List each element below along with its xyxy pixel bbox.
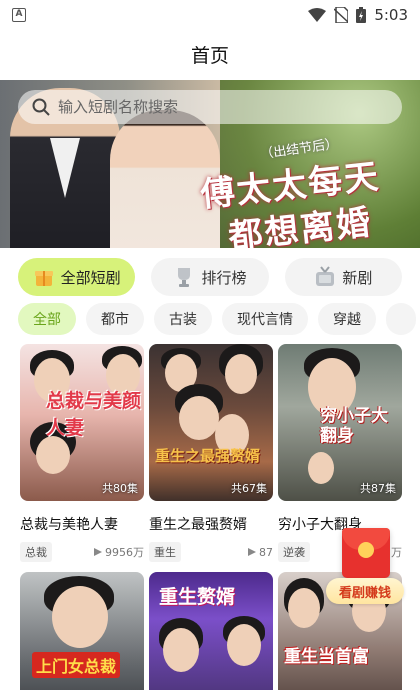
bottom-edge [0,690,420,700]
category-ranking[interactable]: 排行榜 [151,258,269,296]
poster-title: 上门女总裁 [32,652,121,678]
poster-title: 总裁与美颜人妻 [46,390,142,439]
filter-urban[interactable]: 都市 [86,303,144,335]
poster-title: 重生之最强赘婿 [155,447,261,465]
drama-poster[interactable]: 重生赘婿 [149,572,273,700]
poster-title: 穷小子大翻身 [320,406,388,446]
episode-count: 共80集 [102,482,138,495]
category-all-label: 全部短剧 [60,268,121,287]
red-envelope-icon[interactable] [342,528,390,578]
category-new[interactable]: 新剧 [284,258,402,296]
poster-title: 重生赘婿 [159,586,236,608]
drama-title: 重生之最强赘婿 [149,517,247,533]
play-icon [94,548,102,556]
view-count-text: 万 [391,546,402,559]
wifi-icon [308,8,327,22]
trophy-icon [178,268,191,287]
category-ranking-label: 排行榜 [201,268,247,287]
app-indicator-icon: A [12,8,26,22]
genre-tag: 总裁 [20,542,52,562]
view-count: 9956万 [94,544,144,560]
genre-tag: 逆袭 [278,542,310,562]
search-icon [32,98,50,116]
filter-all[interactable]: 全部 [18,303,76,335]
filter-more[interactable] [386,303,416,335]
drama-card[interactable]: 重生赘婿 [149,572,273,700]
tv-icon [316,266,335,286]
drama-title: 总裁与美艳人妻 [20,517,118,533]
episode-count: 共87集 [360,482,396,495]
drama-poster[interactable]: 总裁与美颜人妻 共80集 [20,344,144,501]
page-title: 首页 [190,44,229,67]
episode-count: 共67集 [231,482,267,495]
battery-charging-icon [356,7,367,23]
category-all-dramas[interactable]: 全部短剧 [18,258,136,296]
drama-card[interactable]: 总裁与美颜人妻 共80集 总裁与美艳人妻 总裁 9956万 [20,344,144,562]
poster-title: 重生当首富 [284,647,369,667]
genre-tag: 重生 [149,542,181,562]
view-count: 万 [391,544,402,560]
search-input[interactable] [58,98,358,116]
drama-card[interactable]: 重生之最强赘婿 共67集 重生之最强赘婿 重生 87 [149,344,273,562]
view-count-text: 87 [259,545,273,559]
filter-modern-romance[interactable]: 现代言情 [222,303,308,335]
category-new-label: 新剧 [342,268,373,287]
drama-poster[interactable]: 重生之最强赘婿 共67集 [149,344,273,501]
gift-box-icon [34,271,53,286]
no-sim-icon [334,7,349,23]
drama-poster[interactable]: 穷小子大翻身 共87集 [278,344,402,501]
status-bar: A 5:03 [0,0,420,30]
genre-filter-row: 全部 都市 古装 现代言情 穿越 [18,303,420,335]
watch-earn-button[interactable]: 看剧赚钱 [326,578,404,604]
status-time: 5:03 [374,6,408,24]
view-count: 87 [248,546,273,559]
filter-time-travel[interactable]: 穿越 [318,303,376,335]
filter-costume[interactable]: 古装 [154,303,212,335]
drama-poster[interactable]: 上门女总裁 [20,572,144,700]
category-row: 全部短剧 排行榜 新剧 [18,258,402,296]
drama-card[interactable]: 上门女总裁 [20,572,144,700]
play-icon [248,548,256,556]
search-bar[interactable] [18,90,402,124]
view-count-text: 9956万 [105,546,144,559]
